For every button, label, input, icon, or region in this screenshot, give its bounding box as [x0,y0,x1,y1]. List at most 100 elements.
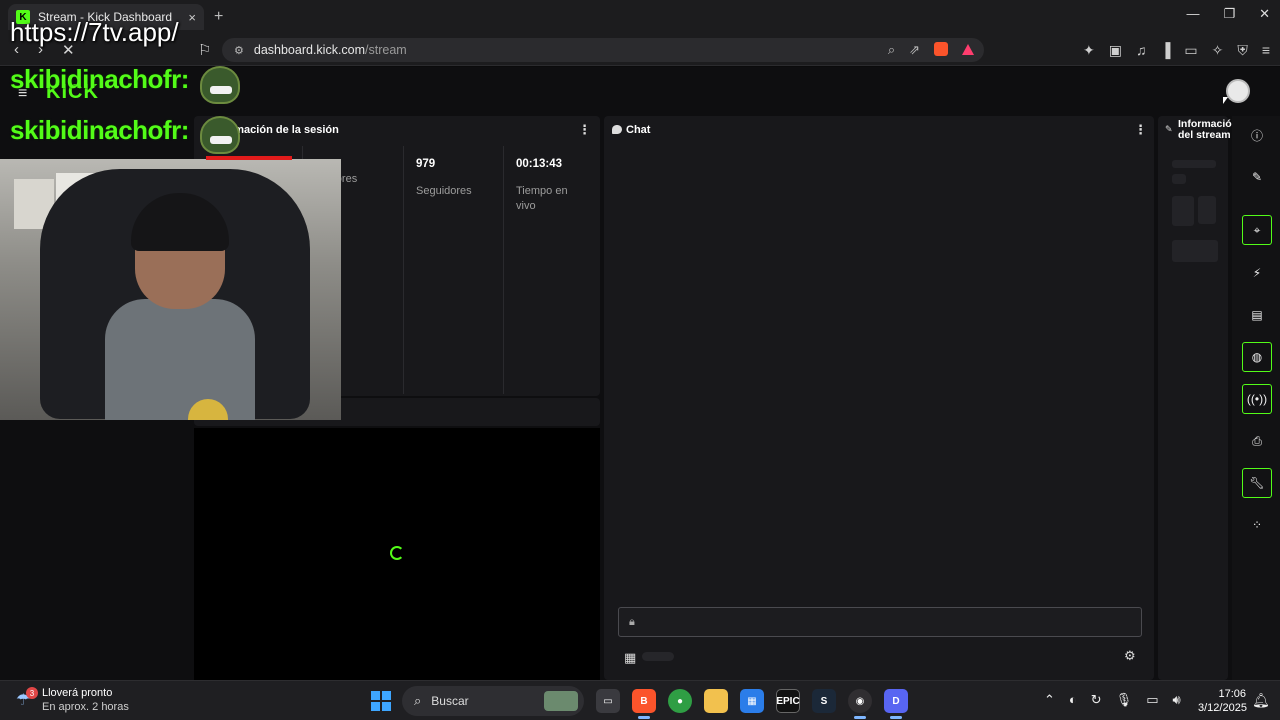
session-options-icon[interactable]: ⋮ [578,122,591,138]
stream-preview-player[interactable] [194,428,600,680]
discord-tray-icon[interactable]: ◐ [1069,692,1077,708]
apps-icon[interactable]: ⁘ [1242,510,1272,540]
extensions-icon[interactable]: ✦ [1083,42,1095,59]
file-explorer-icon[interactable] [704,689,728,713]
extensions-area: ✦ ▣ ♫ ▐ ▭ ✧ ⛨ ≡ [1083,42,1270,59]
network-icon[interactable]: ▭ [1146,692,1158,708]
info-icon[interactable]: ⓘ [1242,120,1272,150]
volume-icon[interactable]: 🔊︎ [1172,692,1180,708]
weather-badge: 3 [26,687,38,699]
vpn-icon[interactable]: ⛨ [1237,42,1248,59]
emote-icon [200,66,240,104]
overlay-chat-username: skibidinachofr: [10,64,189,94]
close-window-button[interactable]: ✕ [1259,6,1270,22]
obs-icon[interactable]: ◉ [848,689,872,719]
search-icon: ⌕ [414,693,422,708]
store-icon[interactable]: ▦ [624,650,636,666]
taskbar-search[interactable]: ⌕ Buscar [402,686,584,716]
browser-tab-bar: K Stream - Kick Dashboard × + — ❐ ✕ [0,0,1280,34]
sidebar-icon[interactable]: ▐ [1160,42,1170,59]
tab-close-icon[interactable]: × [188,10,196,25]
url-host: dashboard.kick.com [253,43,366,57]
loading-spinner-icon [390,546,404,560]
microsoft-store-icon[interactable]: ▦ [740,689,764,713]
overlay-url-text: https://7tv.app/ [10,17,179,47]
menu-icon[interactable]: ≡ [1262,42,1270,59]
pin-icon: ✎ [1165,124,1173,134]
skeleton-line [1172,174,1186,184]
user-avatar[interactable] [1226,79,1250,103]
bookmark-icon[interactable]: ⚐ [198,41,211,59]
clock-time: 17:06 [1218,688,1246,700]
tray-overflow-icon[interactable]: ⌃ [1044,692,1055,708]
wrench-icon[interactable]: 🔧︎ [1242,468,1272,498]
epic-games-icon[interactable]: EPIC [776,689,800,713]
microphone-icon[interactable]: 🎙︎ [1116,692,1133,708]
screen-capture-icon[interactable]: ⌖ [1242,215,1272,245]
brave-shields-icon[interactable] [934,42,948,56]
skeleton-block [1172,240,1218,262]
weather-widget[interactable]: ☂ 3 Lloverá pronto En aprox. 2 horas [16,687,129,713]
chat-settings-gear-icon[interactable]: ⚙ [1124,648,1136,664]
chat-icon[interactable]: ◍ [1242,342,1272,372]
restore-button[interactable]: ❐ [1223,6,1235,22]
lock-icon: 🔒︎ [629,616,635,628]
brave-icon[interactable]: B [632,689,656,719]
system-tray: ⌃ ◐ ↻ 🎙︎ ▭ 🔊︎ [1044,692,1181,708]
stat-followers-label: Seguidores [416,185,472,197]
chrome-icon[interactable]: ● [668,689,692,713]
skeleton-block [1198,196,1216,224]
steam-icon[interactable]: S [812,689,836,713]
skeleton-block [1172,196,1194,226]
zoom-icon[interactable]: ⌕ [888,42,895,58]
address-bar[interactable]: ⚙ dashboard.kick.com/stream ⌕ ⇗ [222,38,984,62]
notification-bell-icon[interactable]: 🔔︎ [1252,692,1270,709]
stat-live-time-label: Tiempo en vivo [516,185,568,212]
brave-rewards-icon[interactable] [962,44,974,55]
stat-live-time: 00:13:43 Tiempo en vivo [503,146,600,394]
streamer-beanie [131,193,229,251]
red-accent-bar [206,156,292,160]
search-highlight-image [544,691,578,711]
notes-icon[interactable]: ▤ [1242,300,1272,330]
stat-followers-value: 979 [416,158,436,170]
discord-icon[interactable]: D [884,689,908,719]
chat-input[interactable]: 🔒︎ [618,607,1142,637]
window-controls: — ❐ ✕ [1186,6,1270,22]
chat-bubble-icon [612,125,622,134]
search-label: Buscar [431,694,469,708]
clock-date: 3/12/2025 [1198,702,1247,714]
stat-followers: 979 Seguidores [403,146,503,394]
taskbar-clock[interactable]: 17:06 3/12/2025 [1198,687,1247,715]
chat-options-icon[interactable]: ⋮ [1134,122,1147,138]
share-icon[interactable]: ⇗ [909,42,920,58]
lightning-icon[interactable]: ⚡︎ [1242,258,1272,288]
mouse-cursor [1223,97,1228,104]
edit-icon[interactable]: ✎ [1242,162,1272,192]
leo-ai-icon[interactable]: ✧ [1212,42,1224,59]
sync-icon[interactable]: ↻ [1091,692,1102,708]
right-tool-rail: ⓘ ✎ ⌖ ⚡︎ ▤ ◍ ((•)) ⎙ 🔧︎ ⁘ [1232,116,1280,680]
rain-cloud-icon: ☂ 3 [16,687,38,710]
streamer-body [105,299,255,420]
weather-subtitle: En aprox. 2 horas [42,701,129,713]
stat-live-time-value: 00:13:43 [516,158,563,170]
windows-start-icon[interactable] [371,691,391,711]
printer-icon[interactable]: ⎙ [1242,426,1272,456]
new-tab-button[interactable]: + [214,8,223,26]
stream-info-title: Informació del stream [1178,118,1232,141]
overlay-chat-username: skibidinachofr: [10,115,189,145]
wallet-icon[interactable]: ▭ [1184,42,1197,59]
webcam-overlay [0,159,341,420]
task-view-icon[interactable]: ▭ [596,689,620,713]
screenshot-icon[interactable]: ▣ [1109,42,1122,59]
chat-panel: Chat ⋮ 🔒︎ ▦ ⚙ [604,116,1154,680]
music-icon[interactable]: ♫ [1136,42,1147,59]
site-info-icon[interactable]: ⚙ [234,44,244,57]
skeleton-line [1172,160,1216,168]
session-panel-title: rmación de la sesión [230,124,339,136]
minimize-button[interactable]: — [1186,6,1199,22]
url-path: /stream [365,43,407,57]
weather-title: Lloverá pronto [42,687,113,699]
broadcast-icon[interactable]: ((•)) [1242,384,1272,414]
